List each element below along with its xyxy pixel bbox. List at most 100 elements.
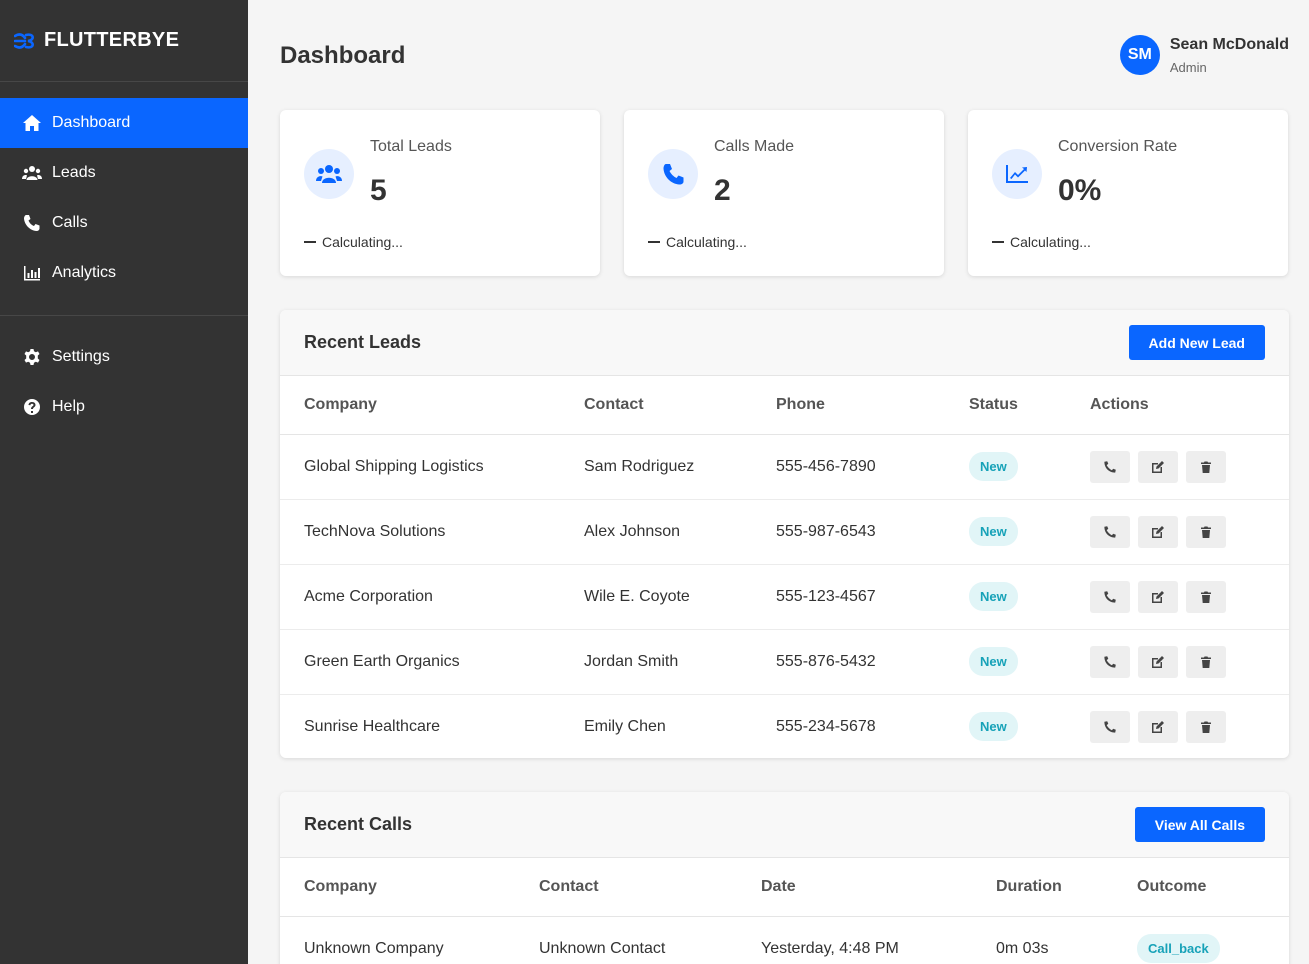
cell-contact: Alex Johnson — [560, 499, 752, 565]
gear-icon — [24, 349, 40, 365]
edit-button[interactable] — [1138, 450, 1178, 483]
recent-calls-panel: Recent Calls View All Calls Company Cont… — [280, 792, 1289, 964]
stat-label: Calls Made — [714, 138, 795, 155]
cell-company: TechNova Solutions — [280, 499, 560, 565]
table-row[interactable]: Green Earth Organics Jordan Smith 555-87… — [280, 629, 1289, 695]
cell-contact: Emily Chen — [584, 717, 666, 735]
leads-table: Company Contact Phone Status Actions Glo… — [280, 376, 1289, 759]
column-header[interactable]: Contact — [560, 376, 752, 435]
column-header[interactable]: Company — [280, 858, 515, 917]
sidebar-item-analytics[interactable]: Analytics — [0, 248, 248, 298]
call-button[interactable] — [1090, 710, 1130, 743]
question-circle-icon — [24, 399, 40, 415]
sidebar-item-label: Help — [52, 398, 85, 415]
status-badge: New — [969, 582, 1018, 611]
stat-card-conversion-rate: Conversion Rate 0% Calculating... — [968, 110, 1288, 276]
cell-status: New — [945, 434, 1066, 500]
phone-icon — [24, 215, 40, 231]
status-badge: New — [969, 517, 1018, 546]
stat-trend-text: Calculating... — [322, 234, 403, 250]
sidebar-item-help[interactable]: Help — [0, 382, 248, 432]
call-button[interactable] — [1090, 515, 1130, 548]
trash-icon — [1201, 461, 1211, 473]
brand-name: FLUTTERBYE — [44, 29, 180, 51]
cell-actions — [1066, 499, 1289, 565]
delete-button[interactable] — [1186, 645, 1226, 678]
cell-actions — [1066, 434, 1289, 500]
stat-trend: Calculating... — [992, 234, 1091, 250]
panel-header: Recent Leads Add New Lead — [280, 310, 1289, 376]
edit-icon — [1152, 525, 1164, 538]
cell-contact: Jordan Smith — [560, 629, 752, 695]
sidebar-item-settings[interactable]: Settings — [0, 332, 248, 382]
cell-actions — [1066, 694, 1289, 759]
sidebar: FLUTTERBYE Dashboard Leads Calls Analyti… — [0, 0, 248, 964]
cell-phone: 555-876-5432 — [752, 629, 945, 695]
delete-button[interactable] — [1186, 515, 1226, 548]
status-badge: New — [969, 647, 1018, 676]
stat-value: 5 — [370, 174, 387, 207]
view-all-calls-button[interactable]: View All Calls — [1134, 807, 1265, 842]
edit-icon — [1152, 590, 1164, 603]
sidebar-item-label: Calls — [52, 214, 88, 231]
table-row[interactable]: Sunrise Healthcare Emily Chen 555-234-56… — [280, 694, 1289, 759]
delete-button[interactable] — [1186, 580, 1226, 613]
stat-label: Total Leads — [370, 138, 452, 155]
column-header: Actions — [1066, 376, 1289, 435]
stat-trend: Calculating... — [304, 234, 403, 250]
phone-icon — [1104, 720, 1116, 733]
column-header[interactable]: Company — [280, 376, 560, 435]
butterfly-logo-icon — [14, 32, 34, 49]
column-header[interactable]: Phone — [752, 376, 945, 435]
phone-icon — [1104, 460, 1116, 473]
phone-icon — [1104, 525, 1116, 538]
edit-button[interactable] — [1138, 645, 1178, 678]
table-row[interactable]: TechNova Solutions Alex Johnson 555-987-… — [280, 499, 1289, 565]
calls-table: Company Contact Date Duration Outcome Un… — [280, 858, 1289, 964]
column-header[interactable]: Contact — [515, 858, 737, 917]
call-button[interactable] — [1090, 450, 1130, 483]
trash-icon — [1201, 656, 1211, 668]
column-header[interactable]: Status — [945, 376, 1066, 435]
cell-status: New — [945, 694, 1066, 759]
line-chart-icon — [992, 149, 1042, 199]
cell-outcome: Call_back — [1113, 916, 1289, 964]
column-header[interactable]: Duration — [972, 858, 1113, 917]
edit-icon — [1152, 460, 1164, 473]
cell-contact: Unknown Contact — [539, 939, 666, 957]
phone-icon — [1104, 655, 1116, 668]
column-header[interactable]: Date — [737, 858, 972, 917]
sidebar-item-label: Settings — [52, 348, 110, 365]
users-icon — [22, 166, 42, 180]
delete-button[interactable] — [1186, 450, 1226, 483]
avatar[interactable]: SM — [1119, 35, 1160, 75]
sidebar-item-dashboard[interactable]: Dashboard — [0, 98, 248, 148]
edit-button[interactable] — [1138, 580, 1178, 613]
edit-button[interactable] — [1138, 515, 1178, 548]
status-badge: New — [969, 712, 1018, 742]
add-new-lead-button[interactable]: Add New Lead — [1128, 325, 1265, 360]
status-badge: New — [969, 452, 1018, 481]
outcome-badge: Call_back — [1137, 934, 1220, 964]
table-row[interactable]: Acme Corporation Wile E. Coyote 555-123-… — [280, 564, 1289, 630]
call-button[interactable] — [1090, 580, 1130, 613]
sidebar-item-calls[interactable]: Calls — [0, 198, 248, 248]
table-header-row: Company Contact Phone Status Actions — [280, 376, 1289, 435]
sidebar-item-leads[interactable]: Leads — [0, 148, 248, 198]
page-title: Dashboard — [280, 42, 406, 69]
stat-card-total-leads: Total Leads 5 Calculating... — [280, 110, 600, 276]
phone-icon — [648, 149, 698, 199]
user-profile[interactable]: SM Sean McDonald Admin — [1119, 35, 1289, 75]
sidebar-nav: Dashboard Leads Calls Analytics Settings… — [0, 82, 248, 432]
column-header[interactable]: Outcome — [1113, 858, 1289, 917]
sidebar-item-label: Analytics — [52, 264, 117, 281]
delete-button[interactable] — [1186, 710, 1226, 743]
call-button[interactable] — [1090, 645, 1130, 678]
phone-icon — [1104, 590, 1116, 603]
table-row[interactable]: Unknown Company Unknown Contact Yesterda… — [280, 916, 1289, 964]
brand[interactable]: FLUTTERBYE — [0, 0, 248, 82]
edit-button[interactable] — [1138, 710, 1178, 743]
stat-trend-text: Calculating... — [1010, 234, 1091, 250]
cell-phone: 555-456-7890 — [752, 434, 945, 500]
table-row[interactable]: Global Shipping Logistics Sam Rodriguez … — [280, 434, 1289, 500]
